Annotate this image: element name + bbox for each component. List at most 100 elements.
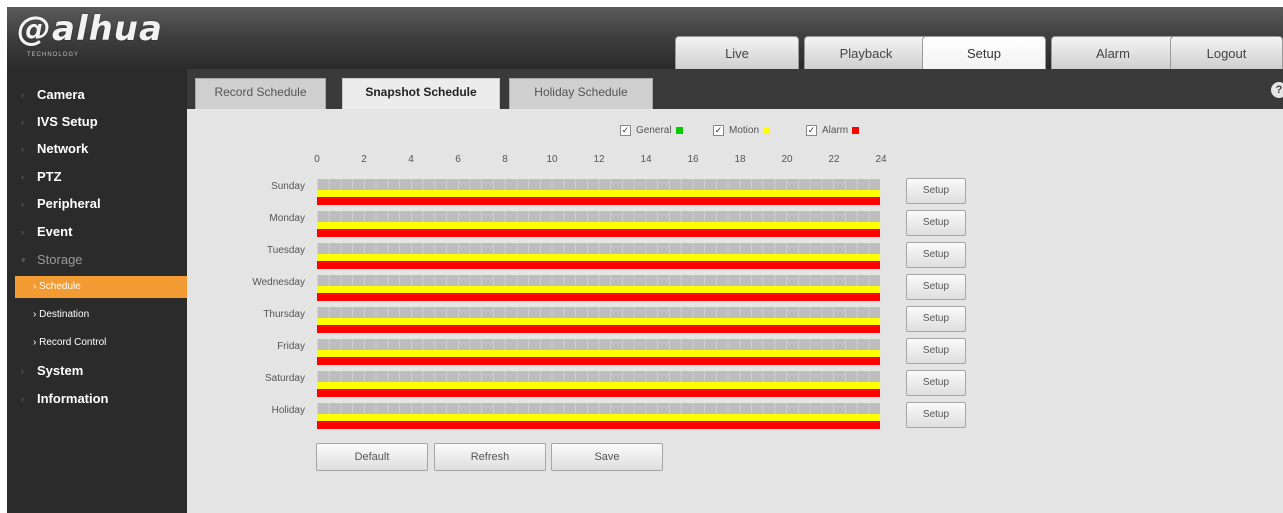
hour-label: 10 [546,154,558,165]
motion-bar [317,222,880,229]
general-swatch [675,126,683,134]
schedule-track-tuesday[interactable] [317,243,880,269]
sidebar-subitem-schedule[interactable]: › Schedule [15,276,193,298]
hour-label: 8 [502,154,508,165]
hour-label: 14 [640,154,652,165]
schedule-track-sunday[interactable] [317,179,880,205]
motion-bar [317,414,880,421]
hour-label: 0 [314,154,320,165]
hour-label: 18 [734,154,746,165]
nav-tab-logout[interactable]: Logout [1170,36,1283,69]
alarm-bar [317,421,880,429]
hour-label: 4 [408,154,414,165]
sidebar-item-system[interactable]: › System [7,360,187,382]
bullet-icon: › [21,117,24,127]
tab-record-schedule[interactable]: Record Schedule [195,78,326,109]
motion-bar [317,318,880,325]
day-label-monday: Monday [269,213,305,224]
legend-motion[interactable]: ✓ Motion [713,124,771,138]
nav-tab-live[interactable]: Live [675,36,799,69]
setup-button-holiday[interactable]: Setup [906,402,966,428]
alarm-bar [317,357,880,365]
dahua-logo: @alhua [17,9,163,49]
day-label-holiday: Holiday [271,405,305,416]
bullet-icon: › [21,394,24,404]
alarm-bar [317,389,880,397]
motion-bar [317,190,880,197]
bullet-icon: › [21,227,24,237]
day-label-tuesday: Tuesday [267,245,305,256]
sidebar-item-camera[interactable]: › Camera [7,84,187,106]
schedule-track-holiday[interactable] [317,403,880,429]
checkbox-icon[interactable]: ✓ [713,124,724,136]
nav-tab-alarm[interactable]: Alarm [1051,36,1175,69]
sidebar-item-ptz[interactable]: › PTZ [7,166,187,188]
sidebar-item-information[interactable]: › Information [7,388,187,410]
motion-bar [317,254,880,261]
bullet-icon: › [21,90,24,100]
hour-label: 24 [875,154,887,165]
alarm-bar [317,261,880,269]
nav-tab-playback[interactable]: Playback [804,36,928,69]
hour-label: 12 [593,154,605,165]
schedule-track-monday[interactable] [317,211,880,237]
alarm-bar [317,325,880,333]
alarm-bar [317,197,880,205]
logo-tagline: TECHNOLOGY [27,52,80,58]
bullet-icon: › [21,172,24,182]
sidebar-subitem-destination[interactable]: › Destination [7,304,187,326]
bullet-icon: › [21,199,24,209]
help-icon[interactable]: ? [1271,82,1283,98]
main-panel: Record Schedule Snapshot Schedule Holida… [187,69,1283,513]
sidebar-item-peripheral[interactable]: › Peripheral [7,193,187,215]
setup-button-thursday[interactable]: Setup [906,306,966,332]
hour-label: 6 [455,154,461,165]
day-label-wednesday: Wednesday [252,277,305,288]
schedule-track-friday[interactable] [317,339,880,365]
motion-bar [317,286,880,293]
hour-label: 22 [828,154,840,165]
setup-button-tuesday[interactable]: Setup [906,242,966,268]
subtab-bar: Record Schedule Snapshot Schedule Holida… [187,69,1283,109]
setup-button-sunday[interactable]: Setup [906,178,966,204]
checkbox-icon[interactable]: ✓ [806,124,817,136]
hour-label: 20 [781,154,793,165]
tab-snapshot-schedule[interactable]: Snapshot Schedule [342,78,500,109]
sidebar-subitem-record-control[interactable]: › Record Control [7,332,187,354]
nav-tab-setup[interactable]: Setup [922,36,1046,69]
refresh-button[interactable]: Refresh [434,443,546,471]
motion-bar [317,382,880,389]
alarm-swatch [852,126,860,134]
sidebar-item-ivs-setup[interactable]: › IVS Setup [7,111,187,133]
motion-bar [317,350,880,357]
top-bar: @alhua TECHNOLOGY Live Playback Setup Al… [7,7,1283,69]
checkbox-icon[interactable]: ✓ [620,124,631,136]
expanded-icon: ▾ [21,255,26,265]
alarm-bar [317,229,880,237]
setup-button-saturday[interactable]: Setup [906,370,966,396]
schedule-track-wednesday[interactable] [317,275,880,301]
hour-label: 16 [687,154,699,165]
legend-alarm[interactable]: ✓ Alarm [806,124,860,138]
schedule-track-saturday[interactable] [317,371,880,397]
save-button[interactable]: Save [551,443,663,471]
day-label-thursday: Thursday [263,309,305,320]
alarm-bar [317,293,880,301]
sidebar: › Camera › IVS Setup › Network › PTZ › Periph… [7,69,193,513]
hour-label: 2 [361,154,367,165]
setup-button-monday[interactable]: Setup [906,210,966,236]
setup-button-wednesday[interactable]: Setup [906,274,966,300]
day-label-saturday: Saturday [264,373,305,384]
default-button[interactable]: Default [316,443,428,471]
sidebar-item-network[interactable]: › Network [7,138,187,160]
day-label-sunday: Sunday [271,181,305,192]
schedule-track-thursday[interactable] [317,307,880,333]
sidebar-item-event[interactable]: › Event [7,221,187,243]
tab-holiday-schedule[interactable]: Holiday Schedule [509,78,653,109]
sidebar-item-storage[interactable]: ▾ Storage [7,249,187,271]
bullet-icon: › [21,366,24,376]
day-label-friday: Friday [277,341,305,352]
bullet-icon: › [21,144,24,154]
setup-button-friday[interactable]: Setup [906,338,966,364]
legend-general[interactable]: ✓ General [620,124,683,138]
